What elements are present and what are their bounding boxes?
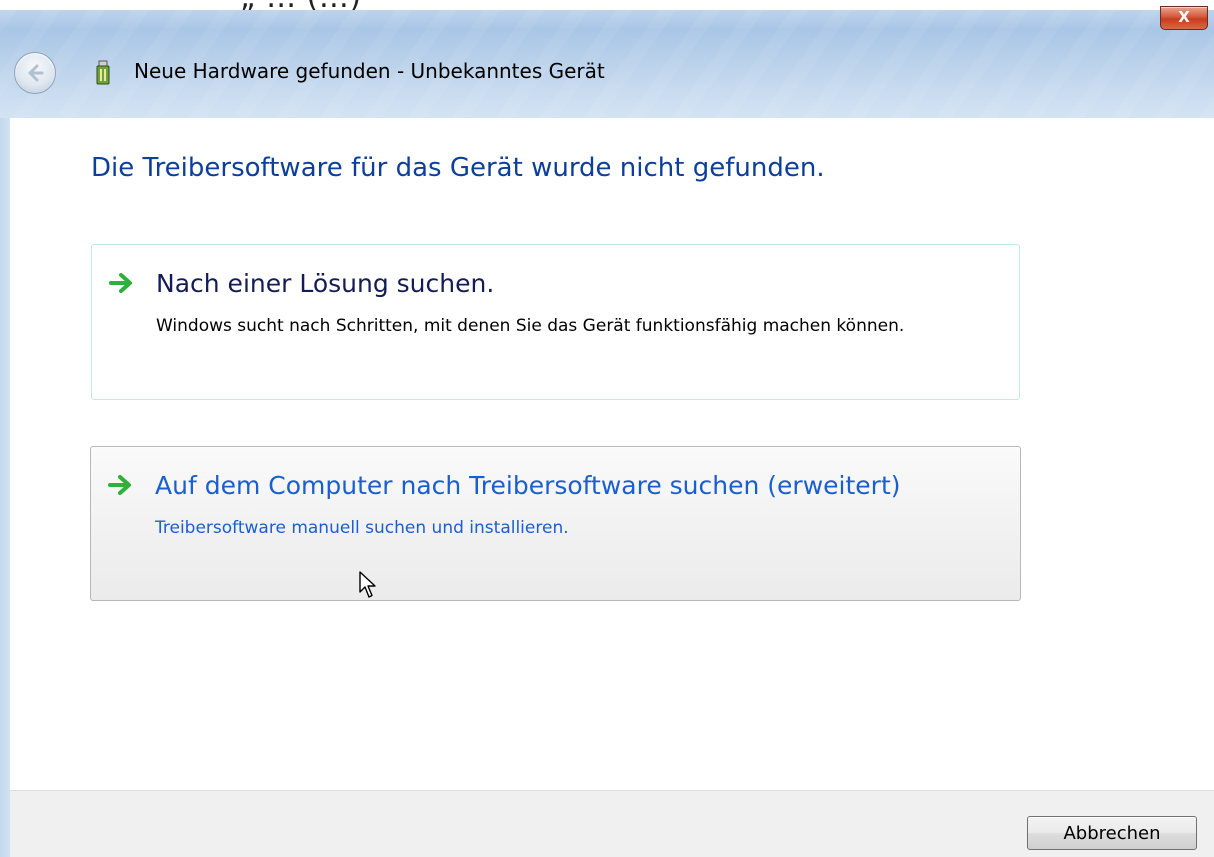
- mouse-pointer-icon: [359, 571, 376, 598]
- option-title: Nach einer Lösung suchen.: [156, 269, 495, 298]
- option-description: Windows sucht nach Schritten, mit denen …: [156, 316, 905, 336]
- close-button[interactable]: X: [1160, 6, 1208, 30]
- green-arrow-icon: [108, 475, 131, 495]
- hardware-device-icon: [94, 60, 112, 90]
- wizard-window: „ … (…) X Neue Hardware gefunden - Unbek…: [0, 0, 1214, 857]
- wizard-content: Die Treibersoftware für das Gerät wurde …: [10, 118, 1214, 790]
- green-arrow-icon: [109, 273, 132, 293]
- main-heading: Die Treibersoftware für das Gerät wurde …: [91, 153, 825, 183]
- option-description: Treibersoftware manuell suchen und insta…: [155, 518, 569, 538]
- window-title: Neue Hardware gefunden - Unbekanntes Ger…: [134, 59, 605, 83]
- close-icon: X: [1178, 8, 1190, 26]
- cancel-button[interactable]: Abbrechen: [1027, 816, 1197, 850]
- back-arrow-icon: [28, 64, 44, 82]
- option-browse-computer[interactable]: Auf dem Computer nach Treibersoftware su…: [90, 446, 1021, 601]
- option-title: Auf dem Computer nach Treibersoftware su…: [155, 471, 901, 500]
- window-left-border: [0, 118, 10, 857]
- back-button[interactable]: [14, 52, 56, 94]
- option-search-solution[interactable]: Nach einer Lösung suchen. Windows sucht …: [91, 244, 1020, 400]
- wizard-footer: Abbrechen: [10, 790, 1214, 857]
